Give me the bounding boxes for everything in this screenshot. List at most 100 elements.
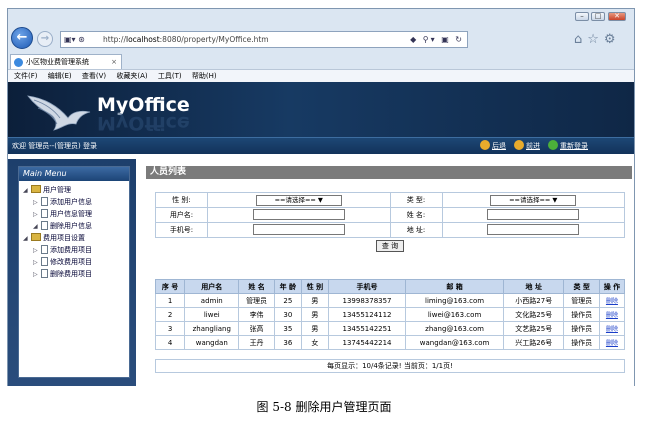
- cell-age: 25: [273, 293, 302, 308]
- menu-file[interactable]: 文件(F): [14, 72, 38, 80]
- cell-phone: 13455124112: [327, 307, 407, 322]
- name-label: 姓 名:: [389, 207, 443, 223]
- user-table: 序 号 用户名 姓 名 年 龄 性 别 手机号 邮 箱 地 址 类 型 操 作 …: [154, 279, 626, 350]
- search-form: 性 别: ==请选择== ▼ 类 型: ==请选择== ▼ 用户名: 姓 名: …: [155, 192, 625, 254]
- welcome-text: 欢迎 管理员--(管理员) 登录: [12, 142, 97, 150]
- delete-link[interactable]: 删除: [606, 340, 618, 347]
- col-header-email: 邮 箱: [405, 279, 505, 294]
- tree-item-label: 删除用户信息: [50, 222, 92, 230]
- tree-item-label: 添加费用项目: [50, 246, 92, 254]
- menu-favorites[interactable]: 收藏夹(A): [116, 72, 147, 80]
- header-banner: MyOffice MyOffice: [8, 82, 634, 137]
- title-bar: – □ ✕: [8, 9, 634, 23]
- cell-gender: 女: [300, 335, 329, 350]
- favorites-star-icon[interactable]: ☆: [587, 32, 604, 47]
- cell-phone: 13745442214: [327, 335, 407, 350]
- relogin-link-label: 重新登录: [560, 142, 588, 150]
- expand-triangle-icon: ◢: [23, 187, 28, 194]
- navigation-bar: ← → ▣▾ ⊛ http://localhost:8080/property/…: [8, 23, 634, 53]
- back-arrow-icon: [480, 140, 490, 150]
- delete-link[interactable]: 删除: [606, 298, 618, 305]
- app-logo-reflection: MyOffice: [97, 112, 190, 134]
- browser-window: – □ ✕ ← → ▣▾ ⊛ http://localhost:8080/pro…: [7, 8, 635, 386]
- menu-view[interactable]: 查看(V): [82, 72, 106, 80]
- gender-select[interactable]: ==请选择== ▼: [255, 194, 342, 206]
- sidebar: Main Menu ◢ 用户管理 ▷ 添加用户信息 ▷ 用户信息管理 ◢ 删除用户信息 …: [8, 159, 136, 386]
- cell-gender: 男: [300, 307, 329, 322]
- cell-type: 操作员: [563, 307, 600, 322]
- delete-link[interactable]: 删除: [606, 326, 618, 333]
- document-icon: [41, 245, 48, 254]
- gear-icon[interactable]: ⚙: [604, 32, 621, 47]
- figure-caption: 图 5-8 删除用户管理页面: [256, 400, 392, 414]
- col-header-phone: 手机号: [327, 279, 407, 294]
- tree-item-label: 修改费用项目: [50, 258, 92, 266]
- toolbar-icons[interactable]: ⌂☆⚙: [574, 31, 621, 48]
- tree-item-label: 删除费用项目: [50, 270, 92, 278]
- home-icon[interactable]: ⌂: [574, 32, 587, 47]
- query-button[interactable]: 查 询: [376, 239, 404, 252]
- type-select[interactable]: ==请选择== ▼: [490, 194, 577, 206]
- table-header-row: 序 号 用户名 姓 名 年 龄 性 别 手机号 邮 箱 地 址 类 型 操 作: [154, 279, 626, 294]
- collapse-triangle-icon: ▷: [33, 271, 38, 278]
- cell-index: 4: [154, 335, 186, 350]
- forward-link[interactable]: 前进: [514, 138, 540, 154]
- main-menu-title: Main Menu: [19, 167, 129, 181]
- cell-email: liwei@163.com: [405, 307, 505, 322]
- forward-arrow-icon: [514, 140, 524, 150]
- tree-group-label: 费用项目设置: [43, 234, 85, 242]
- main-content: 人员列表 性 别: ==请选择== ▼ 类 型: ==请选择== ▼ 用户名: …: [136, 159, 634, 386]
- col-header-name: 姓 名: [238, 279, 275, 294]
- address-bar[interactable]: ▣▾ ⊛ http://localhost:8080/property/MyOf…: [60, 31, 468, 48]
- name-input[interactable]: [487, 208, 580, 220]
- cell-name: 李伟: [238, 307, 275, 322]
- ie-tab-icon: [14, 58, 23, 67]
- cell-address: 兴工路26号: [503, 335, 565, 350]
- cell-username: zhangliang: [184, 321, 240, 336]
- cell-name: 张高: [238, 321, 275, 336]
- minimize-button[interactable]: –: [575, 12, 589, 21]
- table-row: 1 admin 管理员 25 男 13998378357 liming@163.…: [154, 293, 626, 308]
- col-header-address: 地 址: [503, 279, 565, 294]
- address-input[interactable]: [487, 223, 580, 235]
- cell-action: 删除: [598, 321, 626, 336]
- back-button[interactable]: ←: [11, 27, 33, 49]
- cell-name: 王丹: [238, 335, 275, 350]
- menu-edit[interactable]: 编辑(E): [48, 72, 72, 80]
- tab-close-icon[interactable]: ×: [111, 55, 117, 69]
- cell-action: 删除: [598, 307, 626, 322]
- menu-tools[interactable]: 工具(T): [158, 72, 182, 80]
- cell-index: 2: [154, 307, 186, 322]
- username-label: 用户名:: [155, 207, 208, 223]
- tab-title: 小区物业费管理系统: [26, 58, 89, 66]
- col-header-type: 类 型: [563, 279, 600, 294]
- cell-username: admin: [184, 293, 240, 308]
- cell-address: 小西路27号: [503, 293, 565, 308]
- cell-address: 文艺路25号: [503, 321, 565, 336]
- folder-icon: [31, 233, 41, 241]
- tree-item-label: 添加用户信息: [50, 198, 92, 206]
- cell-index: 3: [154, 321, 186, 336]
- delete-link[interactable]: 删除: [606, 312, 618, 319]
- forward-button[interactable]: →: [37, 31, 53, 47]
- phone-input[interactable]: [252, 223, 345, 235]
- cell-gender: 男: [300, 321, 329, 336]
- top-nav-bar: 欢迎 管理员--(管理员) 登录 后退 前进 重新登录: [8, 137, 634, 154]
- document-icon: [41, 269, 48, 278]
- back-link[interactable]: 后退: [480, 138, 506, 154]
- eagle-logo-icon: [27, 95, 91, 131]
- browser-tab[interactable]: 小区物业费管理系统 ×: [10, 54, 122, 69]
- maximize-button[interactable]: □: [591, 12, 605, 21]
- web-page: MyOffice MyOffice 欢迎 管理员--(管理员) 登录 后退 前进…: [8, 82, 634, 386]
- username-input[interactable]: [252, 208, 345, 220]
- type-label: 类 型:: [389, 192, 443, 208]
- cell-type: 操作员: [563, 321, 600, 336]
- relogin-link[interactable]: 重新登录: [548, 138, 588, 154]
- close-window-button[interactable]: ✕: [608, 12, 626, 21]
- menu-help[interactable]: 帮助(H): [192, 72, 217, 80]
- address-tools[interactable]: ◆ ⚲▾ ▣ ↻: [410, 32, 464, 47]
- url-prefix: http://: [103, 35, 126, 44]
- cell-action: 删除: [598, 293, 626, 308]
- cell-age: 30: [273, 307, 302, 322]
- tree-item-delete-fee[interactable]: ▷ 删除费用项目: [33, 268, 92, 281]
